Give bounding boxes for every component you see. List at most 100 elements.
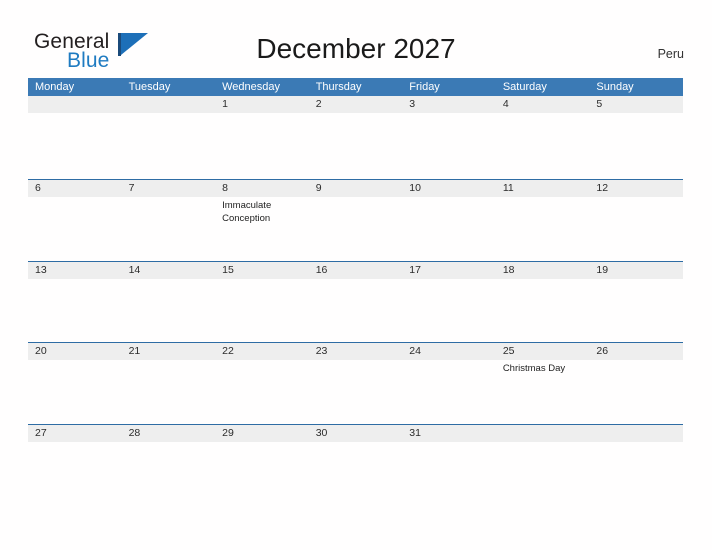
week-date-strip: 13 14 15 16 17 18 19 [28, 262, 683, 279]
day-number[interactable]: 29 [215, 425, 309, 442]
calendar-grid: Monday Tuesday Wednesday Thursday Friday Satu… [28, 78, 683, 451]
day-number[interactable]: 23 [309, 343, 403, 360]
day-number[interactable]: 24 [402, 343, 496, 360]
day-number [589, 425, 683, 442]
day-number[interactable]: 20 [28, 343, 122, 360]
day-number[interactable]: 3 [402, 96, 496, 113]
day-number[interactable]: 18 [496, 262, 590, 279]
weekday-header-saturday: Saturday [502, 81, 547, 93]
day-number[interactable]: 12 [589, 180, 683, 197]
day-cell [122, 113, 216, 179]
day-cell [589, 442, 683, 451]
day-cell[interactable] [309, 360, 403, 424]
day-cell [28, 113, 122, 179]
day-cell[interactable] [589, 360, 683, 424]
day-cell[interactable] [215, 360, 309, 424]
day-number[interactable]: 9 [309, 180, 403, 197]
day-cell[interactable] [309, 113, 403, 179]
weekday-header-monday: Monday [35, 81, 75, 93]
day-number[interactable]: 14 [122, 262, 216, 279]
day-number[interactable]: 17 [402, 262, 496, 279]
day-cell[interactable] [122, 360, 216, 424]
day-cell[interactable] [589, 279, 683, 342]
day-cell[interactable] [402, 442, 496, 451]
day-cell[interactable] [28, 442, 122, 451]
day-number[interactable]: 13 [28, 262, 122, 279]
calendar-week-row: 6 7 8 9 10 11 12 Immaculate Conception [28, 179, 683, 261]
week-event-strip [28, 113, 683, 179]
calendar-week-row: 27 28 29 30 31 [28, 424, 683, 451]
day-cell[interactable] [28, 197, 122, 261]
day-number[interactable]: 8 [215, 180, 309, 197]
week-event-strip: Christmas Day [28, 360, 683, 424]
day-cell[interactable] [122, 279, 216, 342]
calendar-week-row: 20 21 22 23 24 25 26 Christmas Day [28, 342, 683, 424]
day-number[interactable]: 19 [589, 262, 683, 279]
holiday-event-label: Christmas Day [502, 363, 566, 374]
day-cell[interactable] [309, 197, 403, 261]
day-cell[interactable] [402, 279, 496, 342]
weekday-header-sunday: Sunday [596, 81, 634, 93]
page-header: General Blue December 2027 Peru [0, 0, 712, 78]
weekday-header-friday: Friday [409, 81, 440, 93]
day-cell[interactable] [496, 113, 590, 179]
day-cell[interactable] [402, 197, 496, 261]
day-number[interactable]: 11 [496, 180, 590, 197]
day-number[interactable]: 30 [309, 425, 403, 442]
week-date-strip: 27 28 29 30 31 [28, 425, 683, 442]
day-number[interactable]: 28 [122, 425, 216, 442]
weekday-header-tuesday: Tuesday [128, 81, 171, 93]
day-number[interactable]: 2 [309, 96, 403, 113]
day-cell [496, 442, 590, 451]
day-cell[interactable] [589, 113, 683, 179]
day-number[interactable]: 27 [28, 425, 122, 442]
day-number [496, 425, 590, 442]
day-cell[interactable] [309, 279, 403, 342]
day-number[interactable]: 7 [122, 180, 216, 197]
week-date-strip: 20 21 22 23 24 25 26 [28, 343, 683, 360]
day-number[interactable]: 22 [215, 343, 309, 360]
day-cell[interactable] [402, 113, 496, 179]
day-cell[interactable] [215, 442, 309, 451]
day-number[interactable]: 21 [122, 343, 216, 360]
page-title: December 2027 [256, 33, 456, 64]
day-number [28, 96, 122, 113]
day-number[interactable]: 6 [28, 180, 122, 197]
day-cell[interactable] [28, 279, 122, 342]
day-number[interactable]: 31 [402, 425, 496, 442]
day-number[interactable]: 16 [309, 262, 403, 279]
day-number[interactable]: 10 [402, 180, 496, 197]
calendar-page: General Blue December 2027 Peru Monday Tu… [0, 0, 712, 550]
day-cell[interactable] [215, 113, 309, 179]
week-date-strip: 6 7 8 9 10 11 12 [28, 180, 683, 197]
country-label: Peru [657, 47, 684, 61]
week-event-strip: Immaculate Conception [28, 197, 683, 261]
day-cell[interactable] [589, 197, 683, 261]
week-event-strip [28, 442, 683, 451]
day-cell[interactable]: Christmas Day [496, 360, 590, 424]
day-cell[interactable] [309, 442, 403, 451]
day-cell[interactable] [496, 279, 590, 342]
holiday-event-label: Immaculate Conception [222, 200, 272, 224]
weekday-header-thursday: Thursday [315, 81, 362, 93]
day-cell[interactable] [122, 442, 216, 451]
day-cell[interactable] [28, 360, 122, 424]
day-cell[interactable] [496, 197, 590, 261]
day-number [122, 96, 216, 113]
day-cell[interactable] [122, 197, 216, 261]
calendar-week-row: 12345 [28, 96, 683, 179]
day-cell[interactable] [402, 360, 496, 424]
day-number[interactable]: 5 [589, 96, 683, 113]
day-cell[interactable]: Immaculate Conception [215, 197, 309, 261]
week-date-strip: 12345 [28, 96, 683, 113]
day-number[interactable]: 1 [215, 96, 309, 113]
day-number[interactable]: 15 [215, 262, 309, 279]
day-number[interactable]: 26 [589, 343, 683, 360]
day-number[interactable]: 4 [496, 96, 590, 113]
weekday-header-wednesday: Wednesday [222, 81, 281, 93]
weekday-header-row: Monday Tuesday Wednesday Thursday Friday Satu… [28, 78, 683, 96]
calendar-weeks: 1 2 3 4 5 6 7 8 9 10 11 12 Immaculate Conception 13 14… [28, 96, 683, 451]
week-event-strip [28, 279, 683, 342]
day-cell[interactable] [215, 279, 309, 342]
day-number[interactable]: 25 [496, 343, 590, 360]
